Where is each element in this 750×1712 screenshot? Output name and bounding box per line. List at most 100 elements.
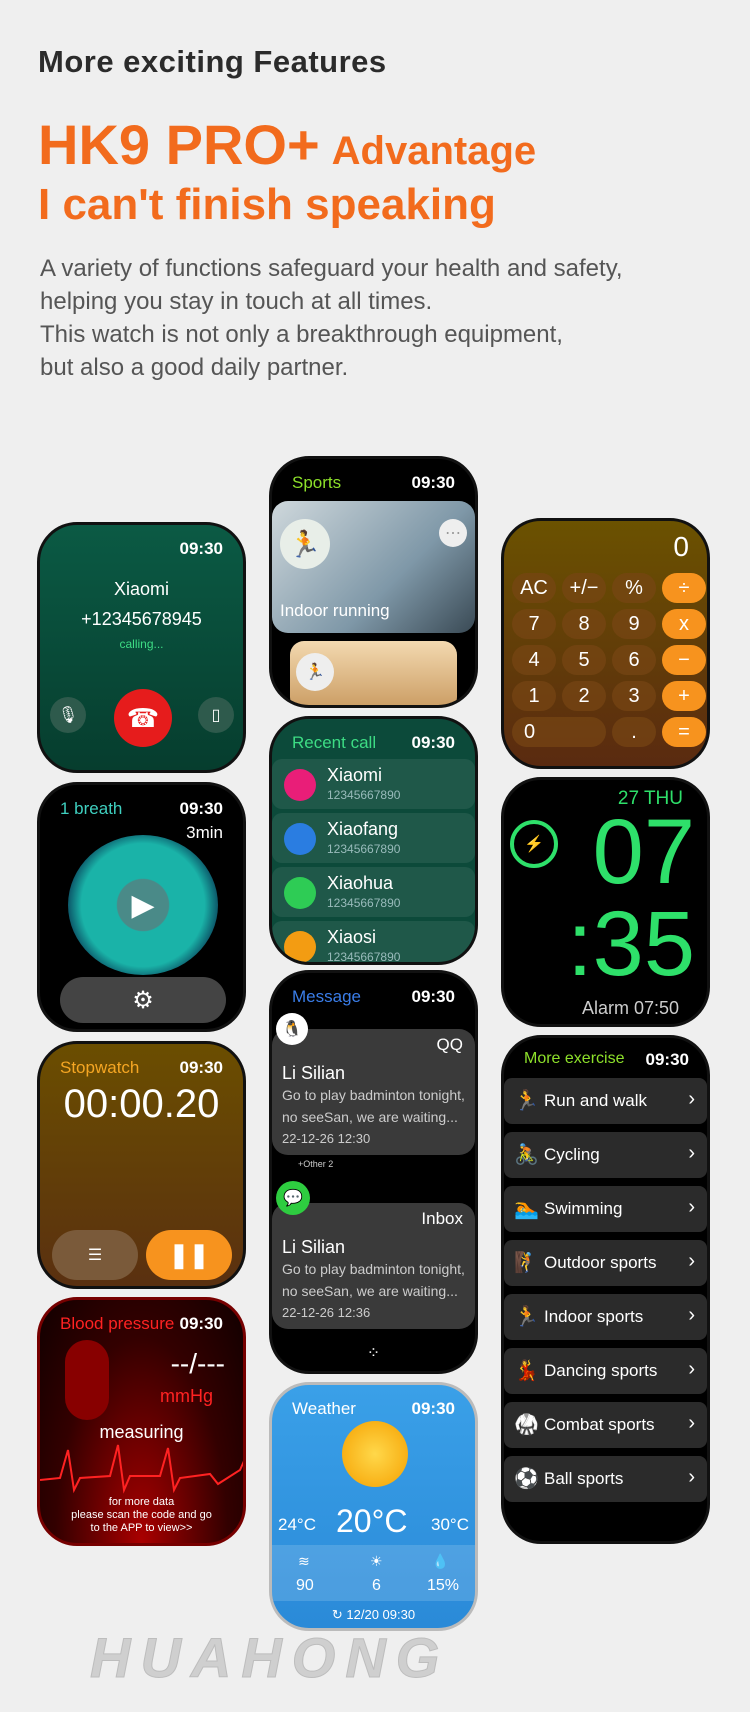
calc-key[interactable]: 6: [612, 645, 656, 675]
chevron-right-icon: ›: [688, 1250, 695, 1272]
calc-display: 0: [673, 531, 689, 562]
calc-key[interactable]: AC: [512, 573, 556, 603]
calc-key[interactable]: 2: [562, 681, 606, 711]
calc-key[interactable]: 0: [512, 717, 606, 747]
play-button[interactable]: ▶: [68, 835, 218, 975]
ecg-line: [40, 1444, 243, 1494]
outdoor-running-card[interactable]: 🏃: [290, 641, 457, 705]
calc-key[interactable]: .: [612, 717, 656, 747]
time: 09:30: [645, 1050, 689, 1069]
exercise-label: Combat sports: [544, 1415, 655, 1434]
time: 09:30: [411, 733, 455, 752]
settings-button[interactable]: ⚙: [60, 977, 226, 1023]
breath-duration: 3min: [186, 823, 223, 842]
calc-key[interactable]: 5: [562, 645, 606, 675]
list-item[interactable]: Xiaosi 12345667890: [272, 921, 475, 964]
contact-name: Xiaohua: [327, 873, 394, 893]
exercise-item[interactable]: 🏃 Run and walk ›: [504, 1078, 707, 1124]
uv-value: 6: [372, 1577, 381, 1594]
calc-key[interactable]: %: [612, 573, 656, 603]
call-status: calling...: [119, 637, 164, 651]
bp-title: Blood pressure: [60, 1314, 175, 1333]
model-name: HK9 PRO+: [38, 113, 320, 176]
calc-key[interactable]: −: [662, 645, 706, 675]
message-text: no seeSan, we are waiting...: [282, 1283, 458, 1299]
caller-number: +12345678945: [81, 609, 202, 629]
combat-icon: 🥋: [514, 1414, 539, 1436]
calc-key[interactable]: =: [662, 717, 706, 747]
mic-icon[interactable]: 🎙: [50, 697, 86, 733]
lap-button[interactable]: ☰: [52, 1230, 138, 1280]
indoor-running-card[interactable]: 🏃 ⋯ Indoor running: [272, 501, 475, 633]
avatar: [284, 877, 316, 909]
updated-time[interactable]: ↻ 12/20 09:30: [272, 1607, 475, 1623]
exercise-item[interactable]: 🥋 Combat sports ›: [504, 1402, 707, 1448]
calc-key[interactable]: 3: [612, 681, 656, 711]
ball-icon: ⚽: [514, 1468, 539, 1490]
exercise-item[interactable]: 🧗 Outdoor sports ›: [504, 1240, 707, 1286]
phone-audio-icon[interactable]: ▯: [198, 697, 234, 733]
exercise-title: More exercise: [524, 1050, 625, 1067]
treadmill-icon: 🏃: [280, 519, 330, 569]
calc-key[interactable]: 1: [512, 681, 556, 711]
calc-key[interactable]: 8: [562, 609, 606, 639]
chevron-right-icon: ›: [688, 1088, 695, 1110]
exercise-label: Outdoor sports: [544, 1253, 657, 1272]
sport-name: Indoor running: [280, 601, 390, 620]
message-sender: Li Silian: [282, 1237, 346, 1257]
list-item[interactable]: Xiaohua 12345667890: [272, 867, 475, 917]
contact-number: 12345667890: [327, 950, 401, 964]
calc-key[interactable]: 4: [512, 645, 556, 675]
hang-up-button[interactable]: ☎: [114, 689, 172, 747]
updated-label: 12/20 09:30: [346, 1607, 416, 1622]
calc-key[interactable]: ÷: [662, 573, 706, 603]
heading: More exciting Features: [38, 44, 387, 79]
breath-watch: 1 breath 09:30 3min ▶ ⚙: [37, 782, 246, 1032]
more-icon[interactable]: ⋯: [439, 519, 467, 547]
cycling-icon: 🚴: [514, 1144, 539, 1166]
message-text: Go to play badminton tonight,: [282, 1087, 465, 1103]
charging-icon: ⚡: [510, 820, 558, 868]
chevron-right-icon: ›: [688, 1466, 695, 1488]
pause-button[interactable]: ❚❚: [146, 1230, 232, 1280]
chevron-right-icon: ›: [688, 1142, 695, 1164]
refresh-icon: ↻: [331, 1607, 347, 1622]
message-app: Inbox: [421, 1209, 463, 1228]
calc-key[interactable]: +/−: [562, 573, 606, 603]
exercise-item[interactable]: 🚴 Cycling ›: [504, 1132, 707, 1178]
calc-key[interactable]: x: [662, 609, 706, 639]
calc-key[interactable]: 7: [512, 609, 556, 639]
bp-watch: Blood pressure 09:30 --/--- mmHg measuri…: [37, 1297, 246, 1546]
list-item[interactable]: Xiaomi 12345667890: [272, 759, 475, 809]
exercise-item[interactable]: 💃 Dancing sports ›: [504, 1348, 707, 1394]
bp-note: to the APP to view>>: [90, 1522, 193, 1534]
contact-number: 12345667890: [327, 842, 401, 856]
chevron-right-icon: ›: [688, 1196, 695, 1218]
weather-title: Weather: [292, 1399, 356, 1418]
model-title: HK9 PRO+ Advantage: [38, 112, 536, 177]
list-item[interactable]: Xiaofang 12345667890: [272, 813, 475, 863]
description-line: A variety of functions safeguard your he…: [40, 255, 623, 282]
wind-icon: ≋: [298, 1553, 310, 1569]
calc-key[interactable]: 9: [612, 609, 656, 639]
avatar: [284, 769, 316, 801]
message-card[interactable]: Inbox Li Silian Go to play badminton ton…: [272, 1203, 475, 1329]
message-card[interactable]: QQ Li Silian Go to play badminton tonigh…: [272, 1029, 475, 1155]
exercise-item[interactable]: 🏃 Indoor sports ›: [504, 1294, 707, 1340]
recent-call-watch: Recent call 09:30 Xiaomi 12345667890 Xiao…: [269, 716, 478, 965]
stopwatch-value: 00:00.20: [63, 1082, 220, 1126]
calc-key[interactable]: +: [662, 681, 706, 711]
exercise-label: Ball sports: [544, 1469, 624, 1488]
stopwatch-title: Stopwatch: [60, 1058, 140, 1077]
exercise-item[interactable]: 🏊 Swimming ›: [504, 1186, 707, 1232]
stopwatch-watch: Stopwatch 09:30 00:00.20 ☰ ❚❚: [37, 1041, 246, 1289]
time: 09:30: [179, 539, 223, 558]
bp-unit: mmHg: [160, 1386, 213, 1406]
exercise-item[interactable]: ⚽ Ball sports ›: [504, 1456, 707, 1502]
runner-icon: 🏃: [296, 653, 334, 691]
low-temp: 24°C: [278, 1515, 316, 1534]
dancing-icon: 💃: [514, 1360, 539, 1382]
qq-icon: 🐧: [276, 1013, 308, 1045]
chevron-right-icon: ›: [688, 1358, 695, 1380]
bp-note: for more data: [108, 1496, 175, 1508]
